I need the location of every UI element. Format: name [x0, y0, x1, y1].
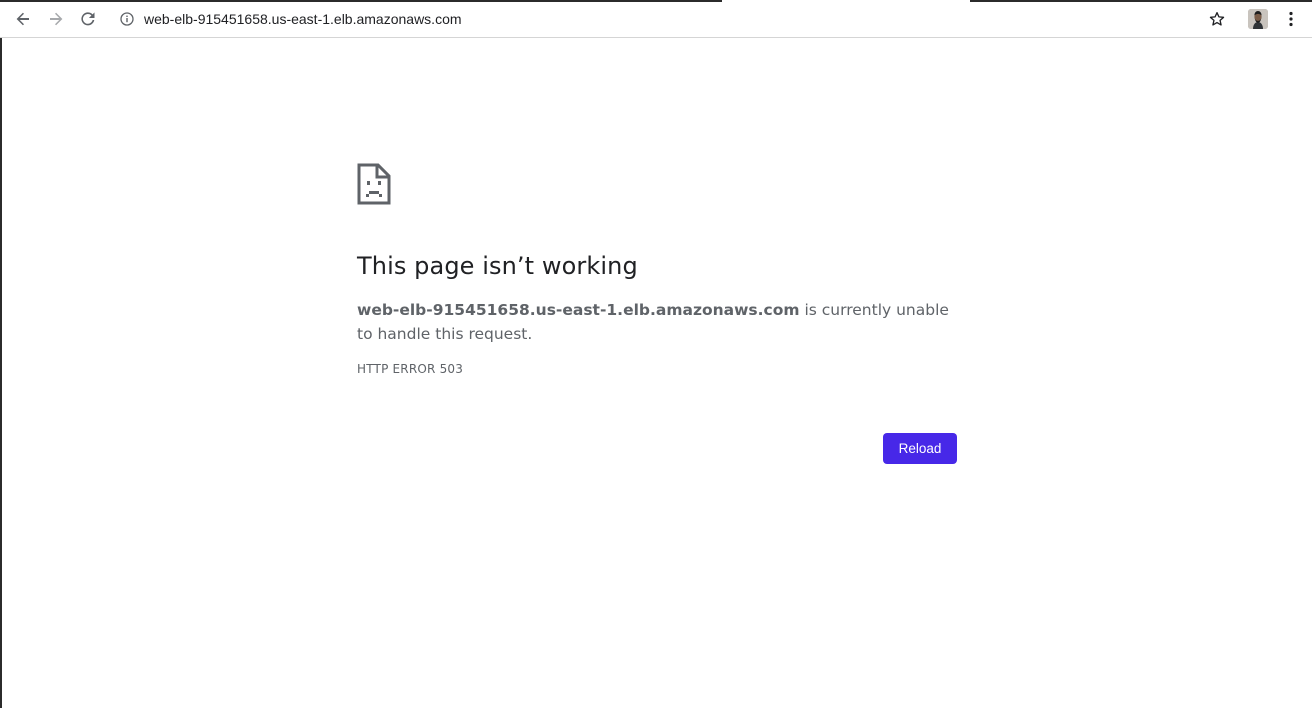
browser-menu-button[interactable]	[1281, 9, 1301, 29]
address-bar[interactable]: web-elb-915451658.us-east-1.elb.amazonaw…	[110, 4, 1240, 34]
reload-icon	[81, 12, 95, 26]
tab-strip-edge	[0, 0, 1312, 2]
browser-toolbar: web-elb-915451658.us-east-1.elb.amazonaw…	[0, 0, 1312, 38]
error-code: HTTP ERROR 503	[357, 362, 464, 376]
reload-button[interactable]: Reload	[883, 433, 957, 464]
back-button[interactable]	[9, 5, 37, 33]
url-text[interactable]: web-elb-915451658.us-east-1.elb.amazonaw…	[144, 11, 462, 27]
forward-button[interactable]	[42, 5, 70, 33]
error-title: This page isn’t working	[357, 252, 638, 280]
sad-page-icon	[357, 163, 391, 205]
kebab-menu-icon	[1289, 11, 1293, 27]
star-icon	[1209, 12, 1225, 26]
window-edge	[0, 38, 2, 708]
arrow-left-icon	[16, 12, 29, 26]
error-description: web-elb-915451658.us-east-1.elb.amazonaw…	[357, 298, 957, 346]
avatar-icon	[1248, 9, 1268, 29]
browser-window: web-elb-915451658.us-east-1.elb.amazonaw…	[0, 0, 1312, 708]
bookmark-button[interactable]	[1206, 8, 1228, 30]
profile-avatar[interactable]	[1248, 9, 1268, 29]
reload-page-button[interactable]	[74, 5, 102, 33]
error-host: web-elb-915451658.us-east-1.elb.amazonaw…	[357, 301, 800, 319]
info-circle-icon[interactable]	[120, 12, 134, 26]
active-tab-edge	[722, 0, 970, 2]
arrow-right-icon	[50, 12, 63, 26]
